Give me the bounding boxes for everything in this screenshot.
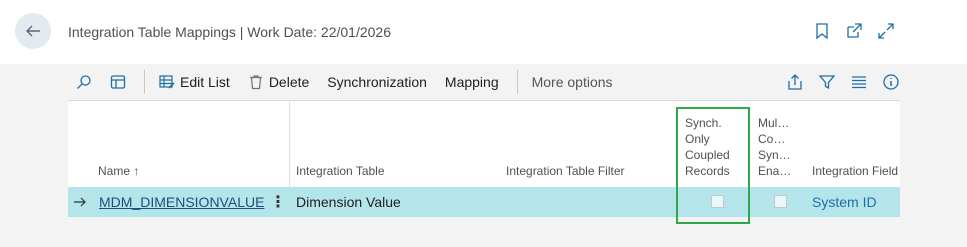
column-header-multi-company[interactable]: Mul… Co… Syn… Ena… bbox=[758, 115, 791, 179]
info-icon[interactable] bbox=[882, 73, 900, 91]
cell-name[interactable]: MDM_DIMENSIONVALUE bbox=[99, 194, 264, 210]
header-line: Mul… bbox=[758, 116, 790, 130]
delete-button[interactable]: Delete bbox=[248, 74, 309, 90]
page-header: Integration Table Mappings | Work Date: … bbox=[0, 0, 967, 64]
action-bar: Edit List Delete Synchronization Mapping… bbox=[68, 64, 900, 100]
edit-list-icon bbox=[159, 75, 175, 89]
search-button[interactable] bbox=[76, 74, 92, 90]
open-new-window-icon[interactable] bbox=[845, 22, 863, 40]
edit-list-button[interactable]: Edit List bbox=[159, 74, 230, 90]
trash-icon bbox=[249, 75, 262, 90]
more-options-button[interactable]: More options bbox=[532, 74, 613, 90]
expand-icon[interactable] bbox=[877, 22, 895, 40]
cell-integration-table: Dimension Value bbox=[296, 194, 401, 210]
toolbar-divider bbox=[516, 70, 518, 94]
row-actions-ellipsis-icon[interactable]: ⋮ bbox=[270, 192, 286, 212]
column-header-integration-table[interactable]: Integration Table bbox=[296, 163, 385, 179]
synchronization-menu[interactable]: Synchronization bbox=[327, 74, 427, 90]
header-line: Syn… bbox=[758, 148, 791, 162]
page-title: Integration Table Mappings | Work Date: … bbox=[68, 24, 391, 40]
filter-icon[interactable] bbox=[818, 73, 836, 91]
header-line: Co… bbox=[758, 132, 786, 146]
back-button[interactable] bbox=[15, 13, 51, 49]
column-header-integration-table-filter[interactable]: Integration Table Filter bbox=[506, 163, 625, 179]
bookmark-icon[interactable] bbox=[813, 22, 831, 40]
table-view-icon bbox=[110, 75, 126, 89]
header-line: Ena… bbox=[758, 164, 792, 178]
delete-label: Delete bbox=[268, 74, 310, 90]
analysis-mode-button[interactable] bbox=[110, 74, 126, 90]
highlight-box bbox=[676, 107, 750, 224]
mappings-grid: Name ↑ Integration Table Integration Tab… bbox=[68, 100, 900, 217]
column-header-name[interactable]: Name ↑ bbox=[98, 163, 139, 179]
cell-integration-field[interactable]: System ID bbox=[812, 194, 877, 210]
multi-company-checkbox[interactable] bbox=[774, 195, 787, 208]
list-view-icon[interactable] bbox=[850, 73, 868, 91]
table-row[interactable]: MDM_DIMENSIONVALUE ⋮ Dimension Value Sys… bbox=[68, 187, 900, 217]
row-pointer-arrow-icon bbox=[74, 197, 86, 207]
arrow-left-icon bbox=[26, 25, 40, 37]
toolbar-divider bbox=[144, 70, 145, 94]
edit-list-label: Edit List bbox=[180, 74, 230, 90]
share-icon[interactable] bbox=[786, 73, 804, 91]
mapping-menu[interactable]: Mapping bbox=[445, 74, 499, 90]
column-header-integration-field[interactable]: Integration Field bbox=[812, 163, 898, 179]
search-icon bbox=[77, 75, 91, 89]
